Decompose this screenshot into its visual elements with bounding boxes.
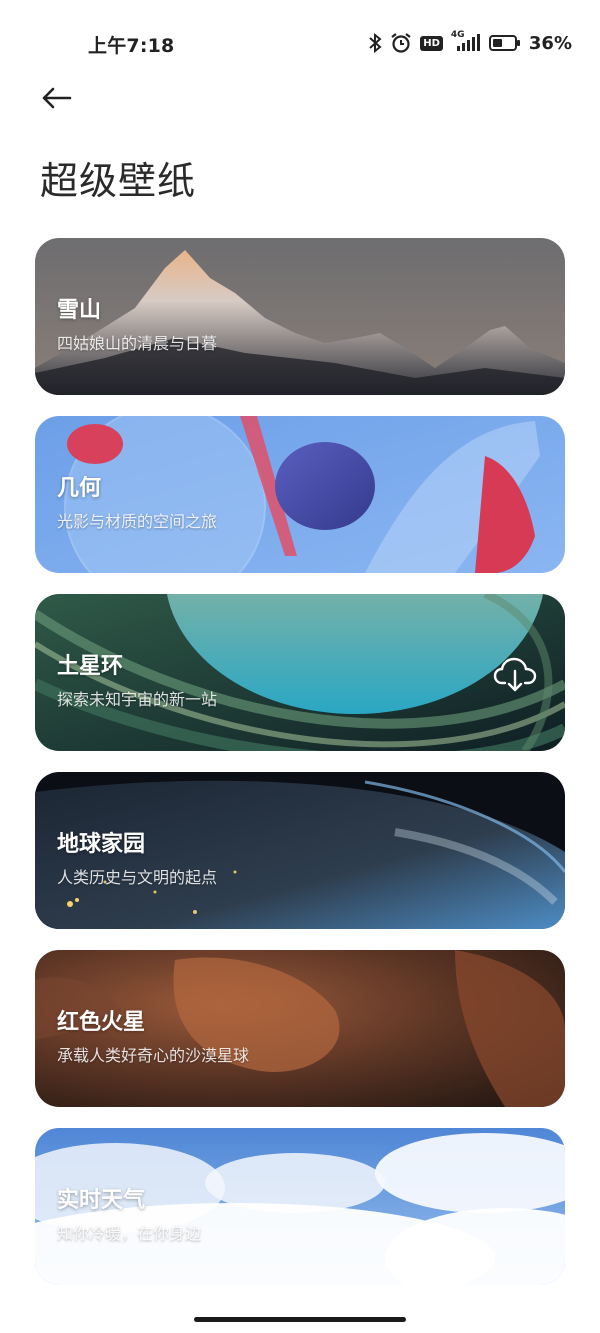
back-button[interactable] xyxy=(40,84,80,116)
card-title: 地球家园 xyxy=(57,832,146,857)
card-title: 实时天气 xyxy=(57,1188,146,1213)
wallpaper-card-geometry[interactable]: 几何 光影与材质的空间之旅 xyxy=(35,416,565,573)
card-subtitle: 承载人类好奇心的沙漠星球 xyxy=(57,1046,250,1065)
card-text: 地球家园 人类历史与文明的起点 xyxy=(57,826,217,888)
wallpaper-card-earth[interactable]: 地球家园 人类历史与文明的起点 xyxy=(35,772,565,929)
home-indicator[interactable] xyxy=(194,1317,406,1322)
battery-icon xyxy=(488,34,521,52)
cloud-download-icon[interactable] xyxy=(493,656,537,692)
status-bar: 上午7:18 HD 4G 36% xyxy=(0,0,600,84)
card-subtitle: 探索未知宇宙的新一站 xyxy=(57,690,218,709)
alarm-icon xyxy=(390,32,412,54)
signal-icon: 4G xyxy=(450,30,481,53)
wallpaper-list: 雪山 四姑娘山的清晨与日暮 几何 光影与材质的空间之旅 土星环 探索未知宇宙的新… xyxy=(35,238,565,1306)
card-subtitle: 四姑娘山的清晨与日暮 xyxy=(57,334,218,353)
card-text: 土星环 探索未知宇宙的新一站 xyxy=(57,648,217,710)
wallpaper-card-snow-mountain[interactable]: 雪山 四姑娘山的清晨与日暮 xyxy=(35,238,565,395)
card-subtitle: 知你冷暖，在你身边 xyxy=(57,1224,202,1243)
card-subtitle: 光影与材质的空间之旅 xyxy=(57,512,218,531)
wallpaper-card-weather[interactable]: 实时天气 知你冷暖，在你身边 xyxy=(35,1128,565,1285)
card-text: 红色火星 承载人类好奇心的沙漠星球 xyxy=(57,1004,249,1066)
card-title: 红色火星 xyxy=(57,1010,146,1035)
card-text: 雪山 四姑娘山的清晨与日暮 xyxy=(57,292,217,354)
card-text: 实时天气 知你冷暖，在你身边 xyxy=(57,1182,201,1244)
network-type-label: 4G xyxy=(450,30,465,40)
status-time: 上午7:18 xyxy=(88,35,175,57)
wallpaper-card-mars[interactable]: 红色火星 承载人类好奇心的沙漠星球 xyxy=(35,950,565,1107)
card-text: 几何 光影与材质的空间之旅 xyxy=(57,470,217,532)
hd-voice-badge: HD xyxy=(420,35,443,51)
page-title: 超级壁纸 xyxy=(40,159,197,203)
wallpaper-card-saturn-ring[interactable]: 土星环 探索未知宇宙的新一站 xyxy=(35,594,565,751)
back-arrow-icon xyxy=(40,86,72,114)
card-title: 几何 xyxy=(57,476,102,501)
card-title: 雪山 xyxy=(57,298,102,323)
card-title: 土星环 xyxy=(57,654,124,679)
card-subtitle: 人类历史与文明的起点 xyxy=(57,868,218,887)
bluetooth-icon xyxy=(368,33,382,53)
status-icons: HD 4G 36% xyxy=(368,30,572,56)
battery-percent: 36% xyxy=(528,32,572,54)
